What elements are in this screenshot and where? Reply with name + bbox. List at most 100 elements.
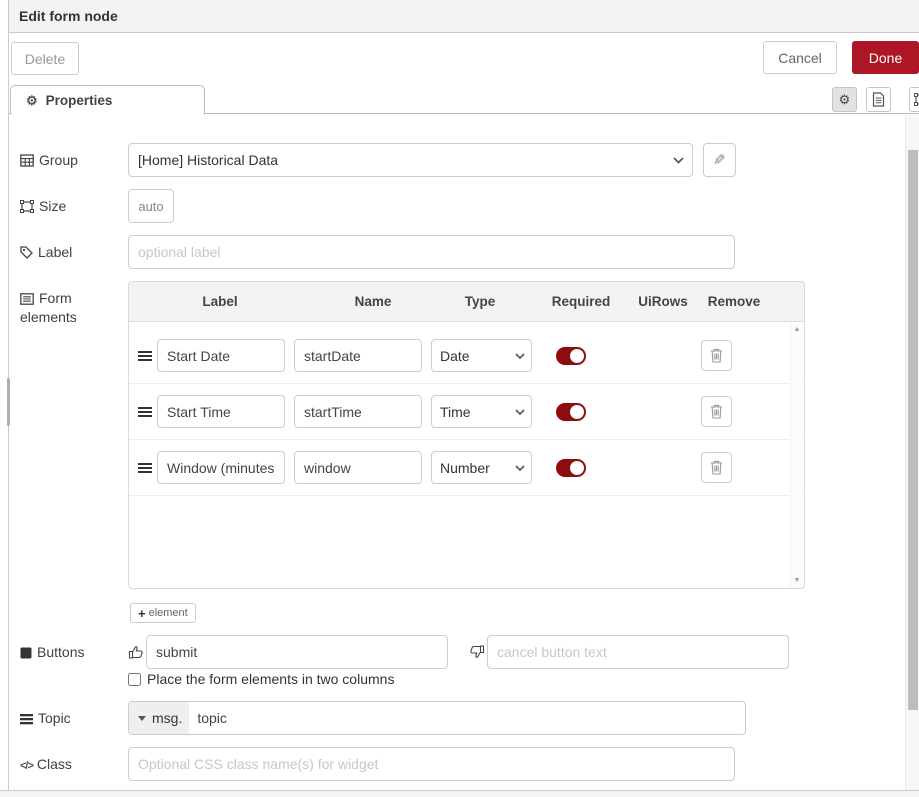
appearance-view-button[interactable] [909,87,919,112]
element-name-input[interactable] [294,451,422,484]
element-name-input[interactable] [294,339,422,372]
col-header-type: Type [435,294,525,309]
gear-icon: ⚙ [839,93,851,106]
thumbs-up-icon [128,644,144,660]
dialog-toolbar: Delete Cancel Done [9,33,919,84]
edit-group-button[interactable]: ✎ [703,143,736,177]
form-elements-table-body: Date [129,322,804,588]
plus-icon: + [138,607,146,620]
square-icon [20,647,32,659]
add-element-button[interactable]: + element [130,603,196,623]
size-button[interactable]: auto [128,189,174,223]
size-row: Size auto [20,189,905,223]
buttons-row: Buttons [20,635,905,669]
group-select-value: [Home] Historical Data [138,152,278,168]
thumbs-down-icon [469,644,485,660]
cancel-button-text-input[interactable] [487,635,789,669]
tab-bar: ⚙ Properties ⚙ [9,84,919,114]
remove-element-button[interactable] [701,396,732,427]
chevron-down-icon [673,157,684,164]
chevron-down-icon [515,465,525,471]
trash-icon [710,404,723,419]
required-toggle[interactable] [556,347,586,365]
two-columns-checkbox-label[interactable]: Place the form elements in two columns [147,671,394,687]
element-row: Number [129,440,804,496]
element-type-select[interactable]: Time [431,395,532,428]
chevron-down-icon [515,353,525,359]
list-alt-icon [20,293,34,305]
done-button[interactable]: Done [852,41,919,74]
group-select[interactable]: [Home] Historical Data [128,143,693,177]
dialog-title: Edit form node [9,0,919,33]
delete-button[interactable]: Delete [11,42,79,75]
element-label-input[interactable] [157,395,285,428]
form-elements-table: Label Name Type Required UiRows Remove [128,281,805,589]
element-label-input[interactable] [157,451,285,484]
required-toggle[interactable] [556,403,586,421]
table-scrollbar[interactable]: ▲ ▼ [790,323,803,587]
drag-handle-icon[interactable] [138,406,157,418]
edit-form-node-dialog: Edit form node Delete Cancel Done ⚙ Prop… [9,0,919,797]
pencil-icon: ✎ [713,151,726,169]
topic-type-button[interactable]: msg. [129,702,189,734]
scroll-up-icon[interactable]: ▲ [794,326,801,333]
col-header-uirows: UiRows [637,294,689,309]
two-columns-checkbox[interactable] [128,673,141,686]
col-header-remove: Remove [689,294,779,309]
tab-properties[interactable]: ⚙ Properties [10,85,205,115]
group-label: Group [20,143,128,170]
submit-button-text-input[interactable] [146,635,448,669]
align-justify-icon [20,713,33,725]
class-input[interactable] [128,747,735,781]
element-row: Date [129,328,804,384]
form-elements-row: Form elements Label Name Type Required U… [20,281,905,623]
remove-element-button[interactable] [701,452,732,483]
tab-properties-label: Properties [46,93,113,108]
main-scrollbar[interactable] [905,115,919,790]
trash-icon [710,348,723,363]
topic-value-input[interactable]: topic [189,702,745,734]
form-elements-label: Form elements [20,281,128,327]
size-label: Size [20,189,128,216]
group-row: Group [Home] Historical Data ✎ [20,143,905,177]
required-toggle[interactable] [556,459,586,477]
col-header-name: Name [311,294,435,309]
label-label: Label [20,235,128,262]
properties-gear-icon: ⚙ [26,94,38,107]
scrollbar-thumb[interactable] [908,150,918,710]
element-type-select[interactable]: Number [431,451,532,484]
description-view-button[interactable] [866,87,891,112]
topic-row: Topic msg. topic [20,701,905,735]
drag-handle-icon[interactable] [138,462,157,474]
caret-down-icon [138,716,146,721]
remove-element-button[interactable] [701,340,732,371]
topic-type-label: msg. [152,710,182,726]
two-columns-row: Place the form elements in two columns [128,671,905,687]
class-row: </>Class [20,747,905,781]
class-label: </>Class [20,747,128,774]
col-header-label: Label [129,294,311,309]
scroll-down-icon[interactable]: ▼ [794,577,801,584]
table-icon [20,154,34,167]
cancel-button[interactable]: Cancel [763,41,837,74]
buttons-label: Buttons [20,635,128,662]
object-group-icon [914,93,919,106]
chevron-down-icon [515,409,525,415]
trash-icon [710,460,723,475]
topic-typed-input: msg. topic [128,701,746,735]
col-header-required: Required [525,294,637,309]
size-icon [20,200,34,213]
element-row: Time [129,384,804,440]
drag-handle-icon[interactable] [138,350,157,362]
element-label-input[interactable] [157,339,285,372]
document-icon [872,92,885,107]
form-elements-table-header: Label Name Type Required UiRows Remove [129,282,804,322]
code-icon: </> [20,760,33,772]
label-input[interactable] [128,235,735,269]
element-name-input[interactable] [294,395,422,428]
tray-resize-grip[interactable] [7,378,10,426]
properties-panel: Group [Home] Historical Data ✎ Size auto [9,114,905,790]
properties-view-button[interactable]: ⚙ [832,87,857,112]
tag-icon [20,246,33,259]
element-type-select[interactable]: Date [431,339,532,372]
